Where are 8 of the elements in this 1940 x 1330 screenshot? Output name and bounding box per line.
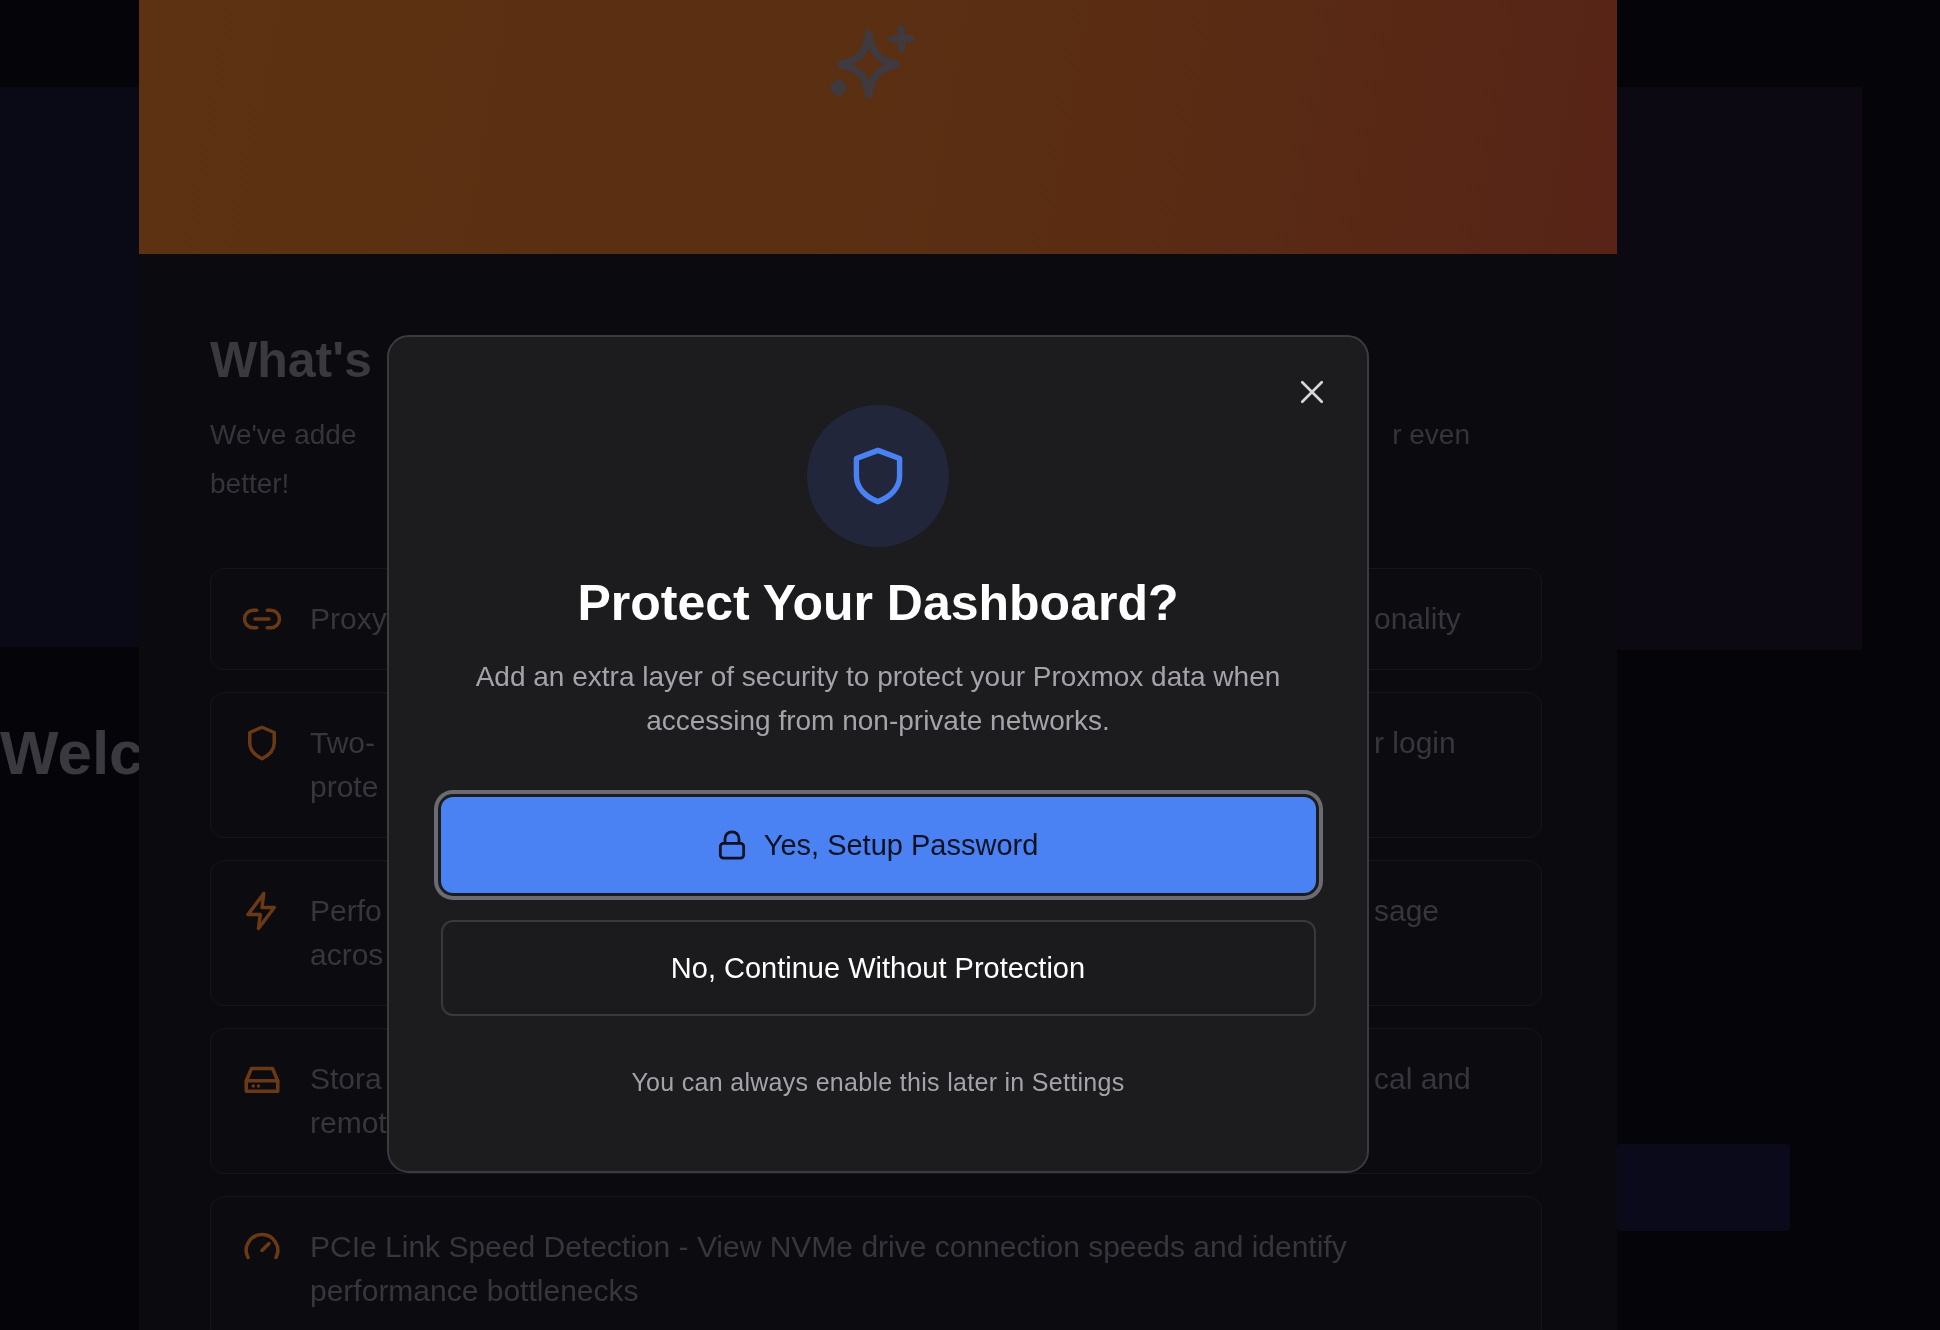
close-button[interactable] [1299,379,1325,405]
dialog-description: Add an extra layer of security to protect your Proxmox data when accessing from non-private networks. [474,660,1282,738]
continue-button[interactable]: No, Continue Without Protection [440,920,1316,1016]
lock-icon [717,829,746,861]
footnote-text: You can always enable this later in Settings [631,1068,1125,1097]
page-heading: Welc [0,717,139,788]
dialog-title: Protect Your Dashboard? [577,574,1179,633]
shield-icon [851,446,905,506]
